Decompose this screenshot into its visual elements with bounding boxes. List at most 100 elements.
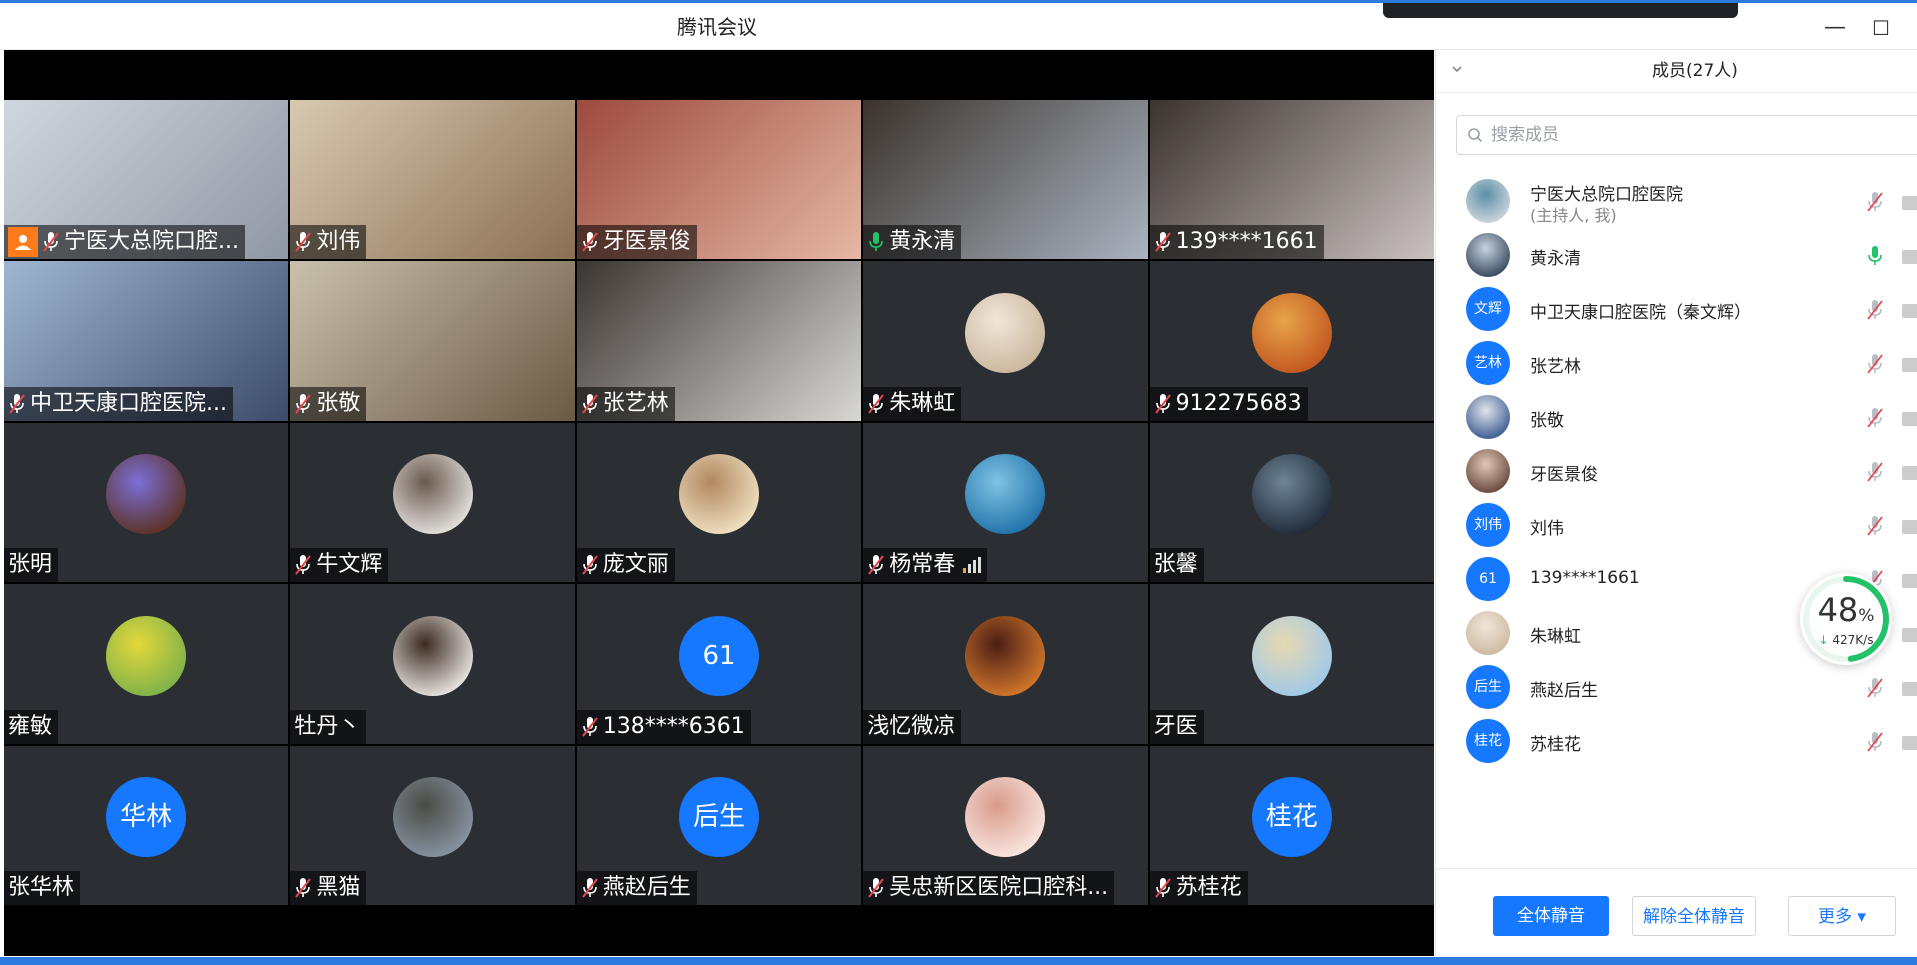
participant-tile[interactable]: 朱琳虹 <box>863 261 1148 421</box>
search-input[interactable] <box>1489 124 1893 146</box>
participant-tile[interactable]: 黑猫 <box>290 745 575 905</box>
participant-tile[interactable]: 张馨 <box>1149 422 1434 583</box>
participant-nametag: 杨常春 <box>863 548 988 583</box>
unmute-all-button[interactable]: 解除全体静音 <box>1632 896 1756 936</box>
participant-nametag: 朱琳虹 <box>863 386 962 421</box>
participant-name: 张敬 <box>316 390 361 416</box>
participant-tile[interactable]: 牙医景俊 <box>576 100 862 260</box>
participant-tile[interactable]: 黄永清 <box>863 100 1148 260</box>
camera-off-icon[interactable] <box>1902 412 1917 426</box>
participant-tile[interactable]: 浅忆微凉 <box>863 584 1148 744</box>
participant-tile[interactable]: 吴忠新区医院口腔科... <box>863 745 1148 905</box>
participant-tile[interactable]: 张敬 <box>290 261 575 421</box>
mic-muted-icon[interactable] <box>1866 352 1884 376</box>
mic-muted-icon <box>867 392 885 416</box>
member-row[interactable]: 桂花 苏桂花 <box>1436 708 1917 774</box>
participant-tile[interactable]: 61 138****6361 <box>576 584 862 744</box>
participant-tile[interactable]: 刘伟 <box>290 100 575 260</box>
participant-tile[interactable]: 桂花 苏桂花 <box>1149 745 1434 905</box>
mic-muted-icon <box>8 392 26 416</box>
participant-name: 黄永清 <box>889 229 956 255</box>
floating-toolbar[interactable] <box>1383 3 1738 18</box>
member-name: 中卫天康口腔医院（秦文辉） <box>1530 303 1751 323</box>
more-button[interactable]: 更多 ▾ <box>1788 896 1896 936</box>
camera-off-icon[interactable] <box>1902 628 1917 642</box>
camera-off-icon[interactable] <box>1902 574 1917 588</box>
participant-tile[interactable]: 雍敏 <box>4 584 289 744</box>
camera-off-icon[interactable] <box>1902 466 1917 480</box>
participant-tile[interactable]: 中卫天康口腔医院... <box>4 261 289 421</box>
participant-avatar: 华林 <box>106 777 187 858</box>
member-name: 刘伟 <box>1530 519 1564 539</box>
member-avatar <box>1466 395 1510 439</box>
participant-avatar <box>965 615 1046 696</box>
network-speed-widget[interactable]: 48% ↓ 427K/s <box>1800 573 1892 665</box>
participant-nametag: 牡丹丶 <box>290 709 367 744</box>
mute-all-button[interactable]: 全体静音 <box>1493 896 1609 936</box>
participant-tile[interactable]: 912275683 <box>1149 261 1434 421</box>
mic-muted-icon <box>581 392 599 416</box>
download-arrow-icon: ↓ <box>1818 633 1829 647</box>
participant-nametag: 燕赵后生 <box>576 870 697 905</box>
mic-muted-icon[interactable] <box>1866 406 1884 430</box>
member-search-box[interactable] <box>1456 115 1917 155</box>
member-avatar: 刘伟 <box>1466 503 1510 547</box>
participant-nametag: 黄永清 <box>863 225 962 260</box>
mic-muted-icon <box>581 230 599 254</box>
mic-muted-icon[interactable] <box>1866 460 1884 484</box>
camera-off-icon[interactable] <box>1902 358 1917 372</box>
participant-tile[interactable]: 庞文丽 <box>576 422 862 583</box>
participant-nametag: 张艺林 <box>576 386 675 421</box>
participant-name: 宁医大总院口腔... <box>64 229 239 255</box>
participant-name: 吴忠新区医院口腔科... <box>889 874 1109 900</box>
mic-muted-icon <box>294 230 312 254</box>
participant-nametag: 苏桂花 <box>1149 870 1248 905</box>
participant-tile[interactable]: 139****1661 <box>1149 100 1434 260</box>
participant-name: 张明 <box>8 552 53 578</box>
participant-tile[interactable]: 杨常春 <box>863 422 1148 583</box>
participant-tile[interactable]: 宁医大总院口腔... <box>4 100 289 260</box>
participant-nametag: 吴忠新区医院口腔科... <box>863 870 1115 905</box>
participant-name: 张馨 <box>1153 552 1198 578</box>
window-bottom-edge <box>0 957 1917 965</box>
participant-nametag: 张敬 <box>290 386 367 421</box>
video-area: 宁医大总院口腔... 刘伟 牙医景俊 黄永清 139****1661 中卫天康口腔医院..… <box>4 50 1434 956</box>
participant-nametag: 牙医 <box>1149 709 1204 744</box>
camera-off-icon[interactable] <box>1902 250 1917 264</box>
camera-off-icon[interactable] <box>1902 520 1917 534</box>
participant-tile[interactable]: 牛文辉 <box>290 422 575 583</box>
participant-tile[interactable]: 张明 <box>4 422 289 583</box>
participant-tile[interactable]: 牙医 <box>1149 584 1434 744</box>
mic-muted-icon[interactable] <box>1866 190 1884 214</box>
member-avatar <box>1466 179 1510 223</box>
minimize-button[interactable]: — <box>1822 15 1848 41</box>
participant-name: 912275683 <box>1175 390 1302 416</box>
members-list: 宁医大总院口腔医院 (主持人, 我) 黄永清 文辉 中卫天康口腔医院（秦文辉） 艺林 张艺林… <box>1436 168 1917 868</box>
participant-tile[interactable]: 华林张华林 <box>4 745 289 905</box>
window-title: 腾讯会议 <box>677 15 757 39</box>
participant-name: 杨常春 <box>889 552 956 578</box>
members-panel-header: 成员(27人) <box>1436 50 1917 93</box>
participant-tile[interactable]: 牡丹丶 <box>290 584 575 744</box>
participant-avatar <box>392 777 473 858</box>
signal-strength-icon <box>963 557 982 574</box>
participant-name: 庞文丽 <box>602 552 669 578</box>
network-percent: 48% <box>1817 591 1875 629</box>
camera-off-icon[interactable] <box>1902 736 1917 750</box>
participant-name: 张华林 <box>8 874 75 900</box>
participant-name: 138****6361 <box>602 713 745 739</box>
mic-muted-icon[interactable] <box>1866 676 1884 700</box>
mic-muted-icon <box>294 876 312 900</box>
maximize-button[interactable]: ☐ <box>1868 15 1894 41</box>
camera-off-icon[interactable] <box>1902 682 1917 696</box>
camera-off-icon[interactable] <box>1902 304 1917 318</box>
mic-on-icon[interactable] <box>1866 244 1884 268</box>
mic-muted-icon[interactable] <box>1866 514 1884 538</box>
camera-off-icon[interactable] <box>1902 196 1917 210</box>
mic-muted-icon[interactable] <box>1866 730 1884 754</box>
member-avatar: 后生 <box>1466 665 1510 709</box>
mic-muted-icon[interactable] <box>1866 298 1884 322</box>
participant-tile[interactable]: 后生 燕赵后生 <box>576 745 862 905</box>
participant-avatar <box>392 615 473 696</box>
participant-tile[interactable]: 张艺林 <box>576 261 862 421</box>
